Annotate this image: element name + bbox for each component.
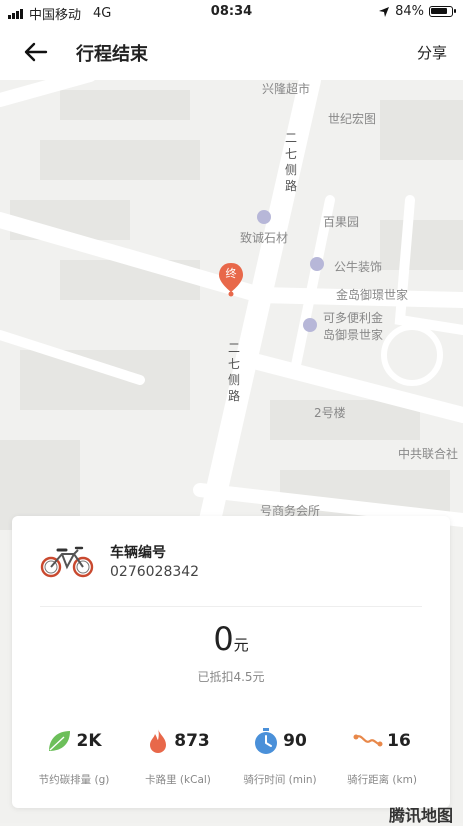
- poi-gongniu: 公牛装饰: [334, 260, 383, 274]
- map-watermark: 腾讯地图: [388, 806, 453, 825]
- vehicle-label: 车辆编号: [110, 545, 166, 561]
- nav-bar: 行程结束 分享: [0, 24, 463, 80]
- page-title: 行程结束: [76, 44, 148, 65]
- vehicle-number: 0276028342: [110, 564, 200, 580]
- stat-distance: 16 骑行距离 (km): [332, 726, 432, 787]
- battery-percent: 84%: [395, 4, 424, 19]
- road-label-2: 二七侧路: [228, 341, 241, 403]
- divider: [40, 606, 422, 607]
- status-bar: 中国移动 4G 08:34 84%: [0, 0, 463, 24]
- fare-value: 0: [213, 620, 234, 658]
- stat-calories-label: 卡路里 (kCal): [145, 774, 211, 786]
- trip-summary-card: 车辆编号 0276028342 0元 已抵扣4.5元 2K 节约碳排量 (g) …: [12, 516, 450, 808]
- poi-xinglong: 兴隆超市: [262, 82, 311, 96]
- battery-icon: [429, 6, 456, 17]
- stat-carbon-value: 2K: [76, 731, 102, 751]
- flame-icon: [150, 729, 167, 753]
- stat-time: 90 骑行时间 (min): [230, 726, 330, 787]
- deduction-text: 已抵扣4.5元: [197, 670, 265, 684]
- stat-time-label: 骑行时间 (min): [243, 774, 317, 786]
- stat-distance-label: 骑行距离 (km): [347, 774, 417, 786]
- fare-amount: 0元: [12, 620, 450, 658]
- stat-calories: 873 卡路里 (kCal): [128, 726, 228, 787]
- poi-kedu-2: 岛御景世家: [323, 328, 384, 342]
- stat-carbon-label: 节约碳排量 (g): [38, 774, 110, 786]
- fare-unit: 元: [233, 636, 249, 654]
- leaf-icon: [49, 731, 71, 751]
- road-label-1: 二七侧路: [285, 131, 298, 193]
- share-button[interactable]: 分享: [417, 42, 447, 63]
- poi-zhicheng: 致诚石材: [240, 231, 289, 245]
- stat-calories-value: 873: [174, 731, 210, 751]
- stat-time-value: 90: [283, 731, 307, 751]
- back-arrow-icon[interactable]: [22, 38, 50, 66]
- bike-icon: [40, 546, 94, 578]
- poi-erhao: 2号楼: [314, 406, 346, 420]
- poi-zhonggong: 中共联合社: [398, 447, 459, 461]
- end-marker-label: 终: [225, 267, 237, 280]
- poi-jindao: 金岛御璟世家: [336, 288, 409, 302]
- poi-baiguo: 百果园: [323, 215, 360, 229]
- poi-shiji: 世纪宏图: [328, 112, 377, 126]
- location-arrow-icon: [379, 6, 390, 17]
- stat-distance-value: 16: [387, 731, 411, 751]
- stopwatch-icon: [255, 728, 278, 754]
- stat-carbon: 2K 节约碳排量 (g): [24, 726, 124, 787]
- poi-kedu-1: 可多便利金: [323, 311, 384, 325]
- route-icon: [353, 734, 383, 747]
